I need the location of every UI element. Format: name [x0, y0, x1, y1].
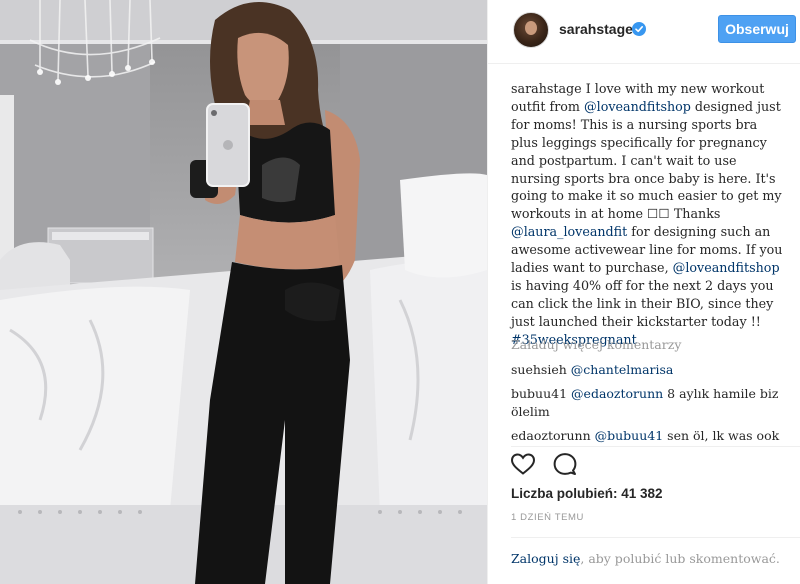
login-prompt: Zaloguj się, aby polubić lub skomentować…: [511, 551, 780, 566]
caption-text: is having 40% off for the next 2 days yo…: [511, 277, 774, 329]
divider: [511, 446, 800, 447]
timestamp[interactable]: 1 DZIEŃ TEMU: [511, 512, 584, 523]
mirror-selfie-illustration: [0, 0, 487, 584]
avatar[interactable]: [513, 12, 549, 48]
mention-link[interactable]: @loveandfitshop: [673, 260, 780, 275]
login-link[interactable]: Zaloguj się: [511, 551, 580, 566]
comment-author[interactable]: edaoztorunn: [511, 428, 591, 443]
caption-text: designed just for moms! This is a nursin…: [511, 98, 782, 222]
post-caption: sarahstage I love with my new workout ou…: [511, 80, 786, 349]
comment-author[interactable]: suehsieh: [511, 362, 567, 377]
mention-link[interactable]: @laura_loveandfit: [511, 224, 627, 239]
mention-link[interactable]: @chantelmarisa: [571, 362, 674, 377]
login-prompt-text: , aby polubić lub skomentować.: [580, 551, 780, 566]
comment-author[interactable]: bubuu41: [511, 386, 567, 401]
comment-item: suehsieh @chantelmarisa: [511, 361, 786, 379]
comment-text: sen öl, lk was ook: [663, 428, 780, 443]
username[interactable]: sarahstage: [559, 21, 633, 37]
verified-badge-icon: [632, 22, 646, 36]
post-photo[interactable]: [0, 0, 487, 584]
load-more-comments[interactable]: Załaduj więcej komentarzy: [511, 337, 681, 352]
mention-link[interactable]: @edaoztorunn: [571, 386, 663, 401]
heart-icon[interactable]: [510, 452, 536, 480]
mention-link[interactable]: @loveandfitshop: [584, 99, 691, 114]
follow-button[interactable]: Obserwuj: [718, 15, 796, 43]
likes-count[interactable]: Liczba polubień: 41 382: [511, 486, 663, 501]
comment-icon[interactable]: [552, 452, 578, 480]
divider: [511, 537, 800, 538]
caption-author[interactable]: sarahstage: [511, 81, 582, 96]
mention-link[interactable]: @bubuu41: [595, 428, 664, 443]
comment-item: edaoztorunn @bubuu41 sen öl, lk was ook: [511, 427, 786, 445]
post-side-panel: sarahstage Obserwuj sarahstage I love wi…: [487, 0, 800, 584]
comment-item: bubuu41 @edaoztorunn 8 aylık hamile biz …: [511, 385, 786, 421]
post-header: sarahstage Obserwuj: [488, 0, 800, 64]
